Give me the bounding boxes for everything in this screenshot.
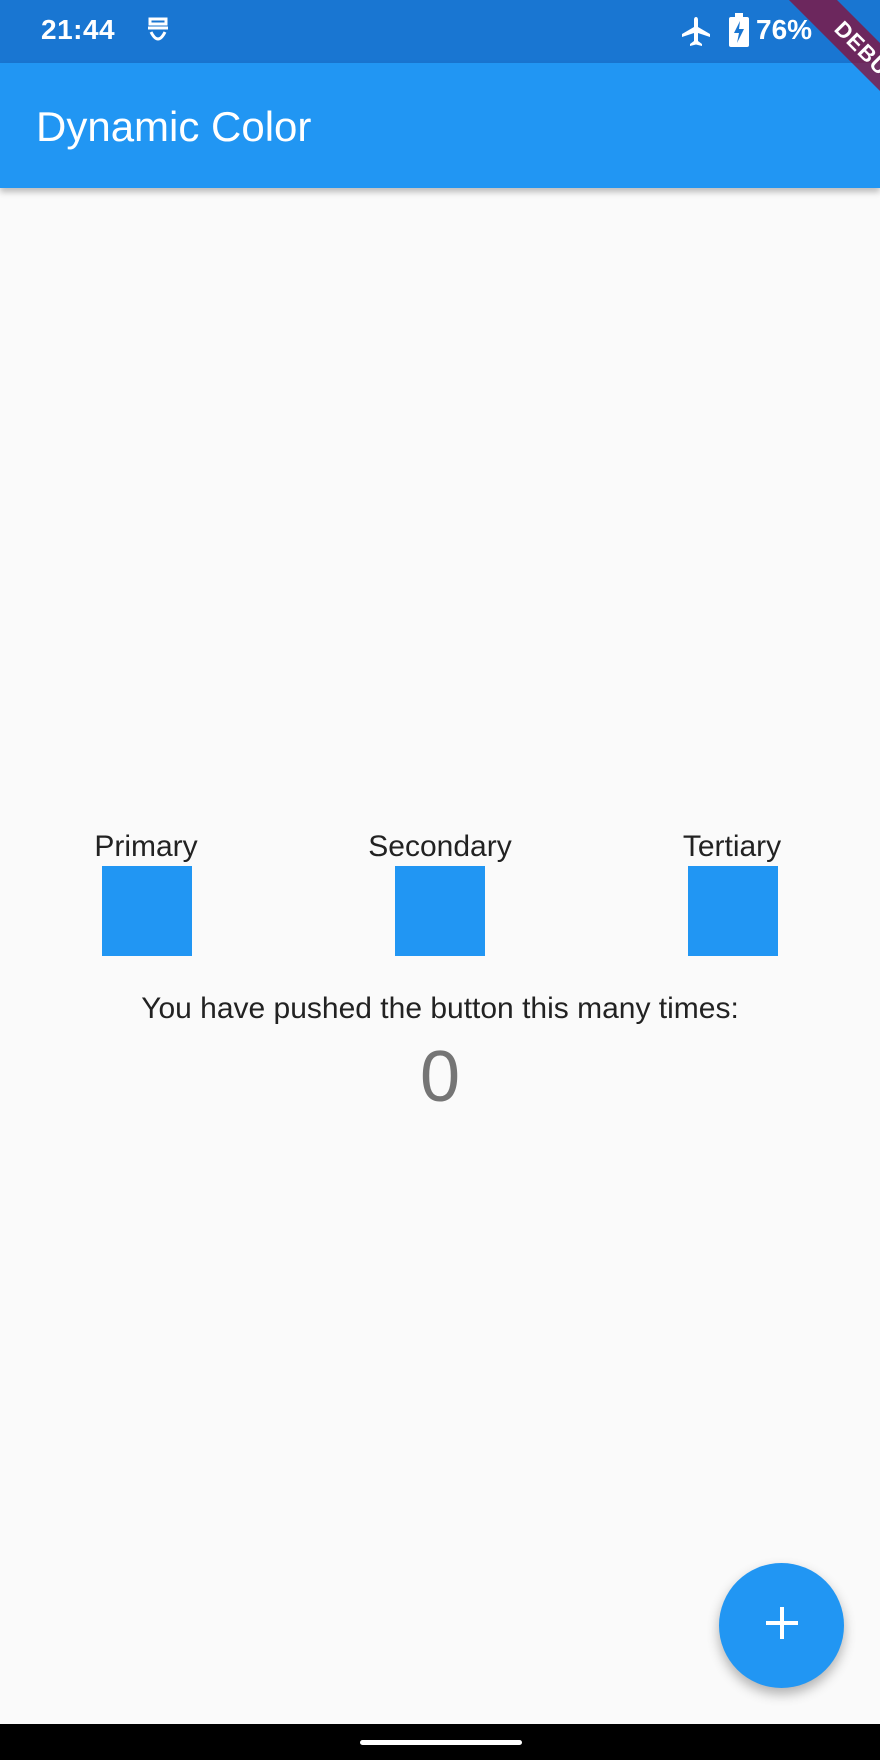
system-navigation-bar: [0, 1724, 880, 1760]
swatch-box-primary: [102, 866, 192, 956]
increment-fab-button[interactable]: [719, 1563, 844, 1688]
battery-percentage: 76%: [756, 14, 813, 45]
status-time: 21:44: [41, 14, 116, 45]
app-bar: Dynamic Color: [0, 63, 880, 188]
airplane-mode-icon: [680, 15, 712, 47]
swatch-label-secondary: Secondary: [368, 830, 512, 863]
app-notification-icon: [145, 16, 171, 46]
counter-caption: You have pushed the button this many tim…: [141, 992, 739, 1025]
swatch-box-secondary: [395, 866, 485, 956]
counter-value: 0: [419, 1037, 461, 1117]
status-bar: 21:44 76%: [0, 0, 880, 63]
home-gesture-handle[interactable]: [360, 1740, 522, 1745]
swatch-label-primary: Primary: [94, 830, 198, 863]
app-screen: 21:44 76% DEBUG Dynamic Color Primary Se…: [0, 0, 880, 1760]
plus-icon: [762, 1603, 802, 1648]
page-title: Dynamic Color: [36, 103, 312, 150]
swatch-box-tertiary: [688, 866, 778, 956]
swatch-label-tertiary: Tertiary: [682, 830, 782, 863]
battery-charging-icon: [728, 13, 750, 47]
